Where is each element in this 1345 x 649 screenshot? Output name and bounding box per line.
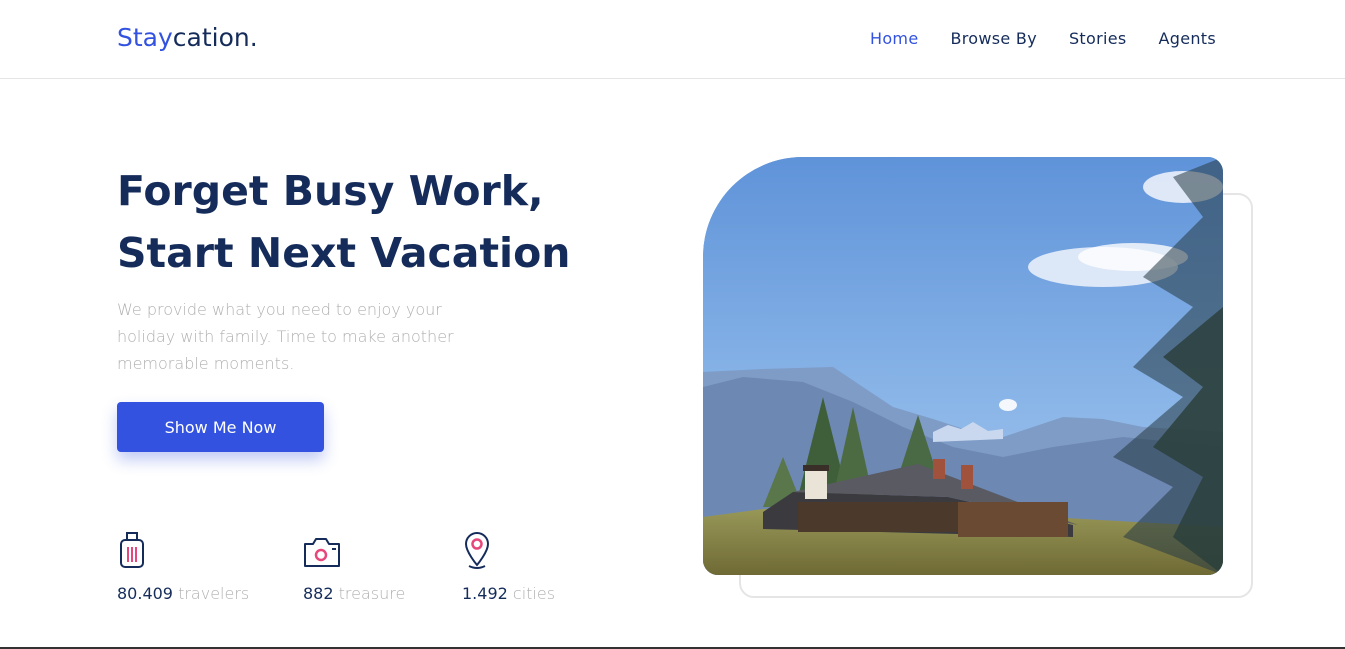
stat-treasure: 882 treasure <box>303 530 405 603</box>
stat-treasure-unit: treasure <box>338 584 406 603</box>
nav-stories[interactable]: Stories <box>1069 29 1127 48</box>
nav-home[interactable]: Home <box>870 29 918 48</box>
hero-title-line1: Forget Busy Work, <box>117 167 544 215</box>
stat-treasure-number: 882 <box>303 584 334 603</box>
stat-cities: 1.492 cities <box>462 530 555 603</box>
stat-cities-text: 1.492 cities <box>462 584 555 603</box>
stat-travelers-number: 80.409 <box>117 584 173 603</box>
hero-image <box>703 157 1223 575</box>
stat-cities-unit: cities <box>512 584 556 603</box>
hero-description: We provide what you need to enjoy your h… <box>117 300 454 373</box>
nav-agents[interactable]: Agents <box>1159 29 1217 48</box>
main-nav: Home Browse By Stories Agents <box>838 29 1216 48</box>
suitcase-icon <box>120 532 144 568</box>
site-header: Staycation. Home Browse By Stories Agent… <box>0 0 1345 79</box>
stat-travelers-text: 80.409 travelers <box>117 584 249 603</box>
hero-title-line2: Start Next Vacation <box>117 229 571 277</box>
show-me-now-button[interactable]: Show Me Now <box>117 402 324 452</box>
mountain-cabin-illustration <box>703 157 1223 575</box>
hero-title: Forget Busy Work, Start Next Vacation <box>117 160 597 284</box>
stat-treasure-text: 882 treasure <box>303 584 405 603</box>
logo-part-cation: cation. <box>172 23 258 52</box>
camera-icon <box>304 538 340 567</box>
logo-part-stay: Stay <box>117 23 173 52</box>
stat-travelers: 80.409 travelers <box>117 530 249 603</box>
map-pin-icon <box>464 532 490 569</box>
logo[interactable]: Staycation. <box>117 23 258 52</box>
stat-travelers-unit: travelers <box>178 584 250 603</box>
stat-cities-number: 1.492 <box>462 584 508 603</box>
nav-browse-by[interactable]: Browse By <box>950 29 1037 48</box>
